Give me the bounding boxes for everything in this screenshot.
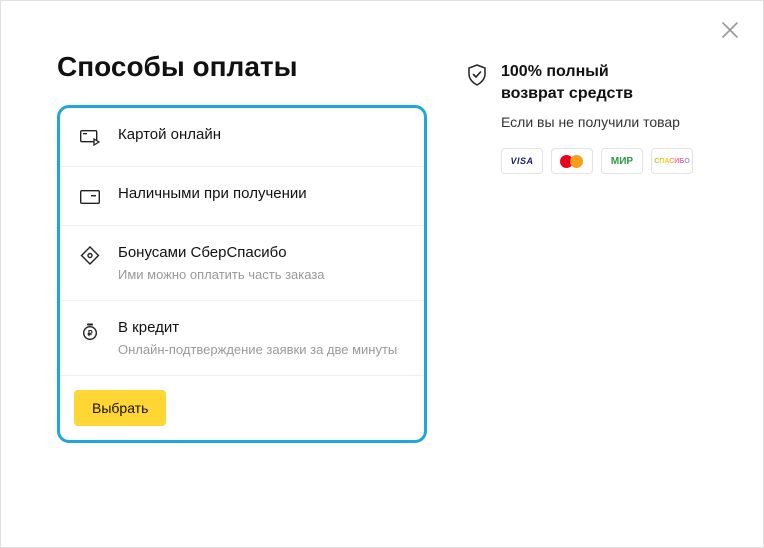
guarantee-sub: Если вы не получили товар — [501, 114, 680, 130]
payment-option-sber-bonus[interactable]: Бонусами СберСпасибо Ими можно оплатить … — [60, 226, 424, 301]
cash-icon — [80, 187, 100, 207]
svg-text:₽: ₽ — [87, 329, 92, 338]
payment-option-sub: Онлайн-подтверждение заявки за две минут… — [118, 342, 397, 357]
close-icon[interactable] — [721, 21, 739, 44]
payment-option-cash[interactable]: Наличными при получении — [60, 167, 424, 226]
select-button[interactable]: Выбрать — [74, 390, 166, 426]
payment-option-sub: Ими можно оплатить часть заказа — [118, 267, 325, 282]
mastercard-badge — [551, 148, 593, 174]
page-title: Способы оплаты — [57, 51, 427, 83]
payment-badges: VISA МИР СПАСИБО — [501, 148, 693, 174]
payment-option-credit[interactable]: ₽ В кредит Онлайн-подтверждение заявки з… — [60, 301, 424, 376]
visa-badge: VISA — [501, 148, 543, 174]
credit-icon: ₽ — [80, 321, 100, 341]
guarantee-block: 100% полный возврат средств Если вы не п… — [467, 61, 693, 130]
payment-option-label: Наличными при получении — [118, 185, 307, 202]
payment-option-card-online[interactable]: Картой онлайн — [60, 108, 424, 167]
payment-option-label: Бонусами СберСпасибо — [118, 244, 325, 261]
guarantee-title: 100% полный возврат средств — [501, 61, 680, 104]
payment-option-label: В кредит — [118, 319, 397, 336]
spasibo-badge: СПАСИБО — [651, 148, 693, 174]
bonus-icon — [80, 246, 100, 266]
payment-option-label: Картой онлайн — [118, 126, 221, 143]
mir-badge: МИР — [601, 148, 643, 174]
card-online-icon — [80, 128, 100, 148]
shield-check-icon — [467, 64, 487, 86]
payment-options-panel: Картой онлайн Наличными при получении Бо… — [57, 105, 427, 443]
